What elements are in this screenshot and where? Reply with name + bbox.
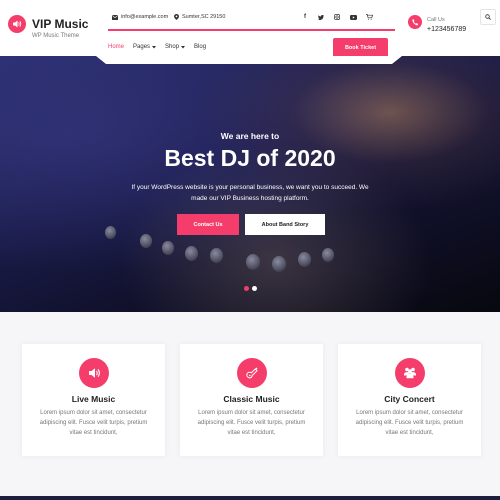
hero-notch-right xyxy=(392,56,402,64)
feature-icon-badge xyxy=(395,358,425,388)
feature-description: Lorem ipsum dolor sit amet, consectetur … xyxy=(39,410,148,436)
mixer-knob xyxy=(272,256,286,272)
mixer-knob xyxy=(105,226,116,239)
location-text: Sumter,SC 29150 xyxy=(182,14,226,20)
mixer-knob xyxy=(185,246,198,261)
nav-label: Pages xyxy=(133,44,151,50)
facebook-icon[interactable]: f xyxy=(298,10,312,24)
footer-edge xyxy=(0,496,500,500)
email-text: info@example.com xyxy=(121,14,169,20)
top-info-bar: info@example.com Sumter,SC 29150 f xyxy=(108,8,496,30)
hero-notch-left xyxy=(96,56,106,64)
search-icon xyxy=(485,14,491,20)
twitter-icon[interactable] xyxy=(314,10,328,24)
nav-item-pages[interactable]: Pages xyxy=(133,44,157,50)
feature-description: Lorem ipsum dolor sit amet, consectetur … xyxy=(197,410,306,436)
music-volume-icon xyxy=(13,20,22,28)
nav-label: Blog xyxy=(194,44,207,50)
hero-title: Best DJ of 2020 xyxy=(164,145,336,171)
call-icon-badge xyxy=(408,15,422,29)
cart-icon[interactable] xyxy=(362,10,376,24)
mixer-knob xyxy=(140,234,152,248)
crowd-icon xyxy=(404,367,416,379)
call-label: Call Us xyxy=(427,17,445,23)
feature-card-city-concert: City Concert Lorem ipsum dolor sit amet,… xyxy=(338,344,481,456)
feature-card-live-music: Live Music Lorem ipsum dolor sit amet, c… xyxy=(22,344,165,456)
feature-card-classic-music: Classic Music Lorem ipsum dolor sit amet… xyxy=(180,344,323,456)
youtube-icon[interactable] xyxy=(346,10,360,24)
search-button[interactable] xyxy=(480,9,496,25)
book-ticket-button[interactable]: Book Ticket xyxy=(333,38,388,57)
location-info: Sumter,SC 29150 xyxy=(174,14,225,20)
feature-title: Classic Music xyxy=(223,394,280,404)
feature-description: Lorem ipsum dolor sit amet, consectetur … xyxy=(355,410,464,436)
main-nav: Home Pages Shop Blog xyxy=(108,40,215,54)
feature-icon-badge xyxy=(79,358,109,388)
feature-title: Live Music xyxy=(71,394,116,404)
header-divider xyxy=(108,29,395,31)
speaker-icon xyxy=(89,368,100,378)
mixer-knob xyxy=(246,254,260,270)
feature-title: City Concert xyxy=(384,394,435,404)
mail-icon xyxy=(112,14,118,20)
chevron-down-icon xyxy=(181,45,186,48)
phone-icon xyxy=(411,18,418,25)
site-title[interactable]: VIP Music xyxy=(32,17,88,31)
hero-slider: We are here to Best DJ of 2020 If your W… xyxy=(0,56,500,312)
logo-icon[interactable] xyxy=(8,15,26,33)
nav-item-home[interactable]: Home xyxy=(108,44,124,50)
mixer-knob xyxy=(162,241,174,255)
mixer-knob xyxy=(210,248,223,263)
chevron-down-icon xyxy=(152,45,157,48)
slider-dot[interactable] xyxy=(252,286,257,291)
guitar-icon xyxy=(246,367,258,379)
call-number[interactable]: +123456789 xyxy=(427,26,466,33)
site-header: VIP Music WP Music Theme info@example.co… xyxy=(0,0,500,57)
mixer-knob xyxy=(298,252,311,267)
hero-description: If your WordPress website is your person… xyxy=(131,184,369,202)
contact-us-button[interactable]: Contact Us xyxy=(177,214,239,235)
site-tagline: WP Music Theme xyxy=(32,33,80,39)
hero-subtitle: We are here to xyxy=(220,131,280,141)
slider-dot-active[interactable] xyxy=(244,286,249,291)
email-info[interactable]: info@example.com xyxy=(112,14,168,20)
instagram-icon[interactable] xyxy=(330,10,344,24)
nav-label: Home xyxy=(108,44,125,50)
hero-notch xyxy=(106,56,392,64)
map-pin-icon xyxy=(174,14,179,20)
nav-label: Shop xyxy=(165,44,180,50)
feature-icon-badge xyxy=(237,358,267,388)
nav-item-blog[interactable]: Blog xyxy=(194,44,206,50)
nav-item-shop[interactable]: Shop xyxy=(165,44,186,50)
about-band-story-button[interactable]: About Band Story xyxy=(245,214,325,235)
mixer-knob xyxy=(322,248,334,262)
